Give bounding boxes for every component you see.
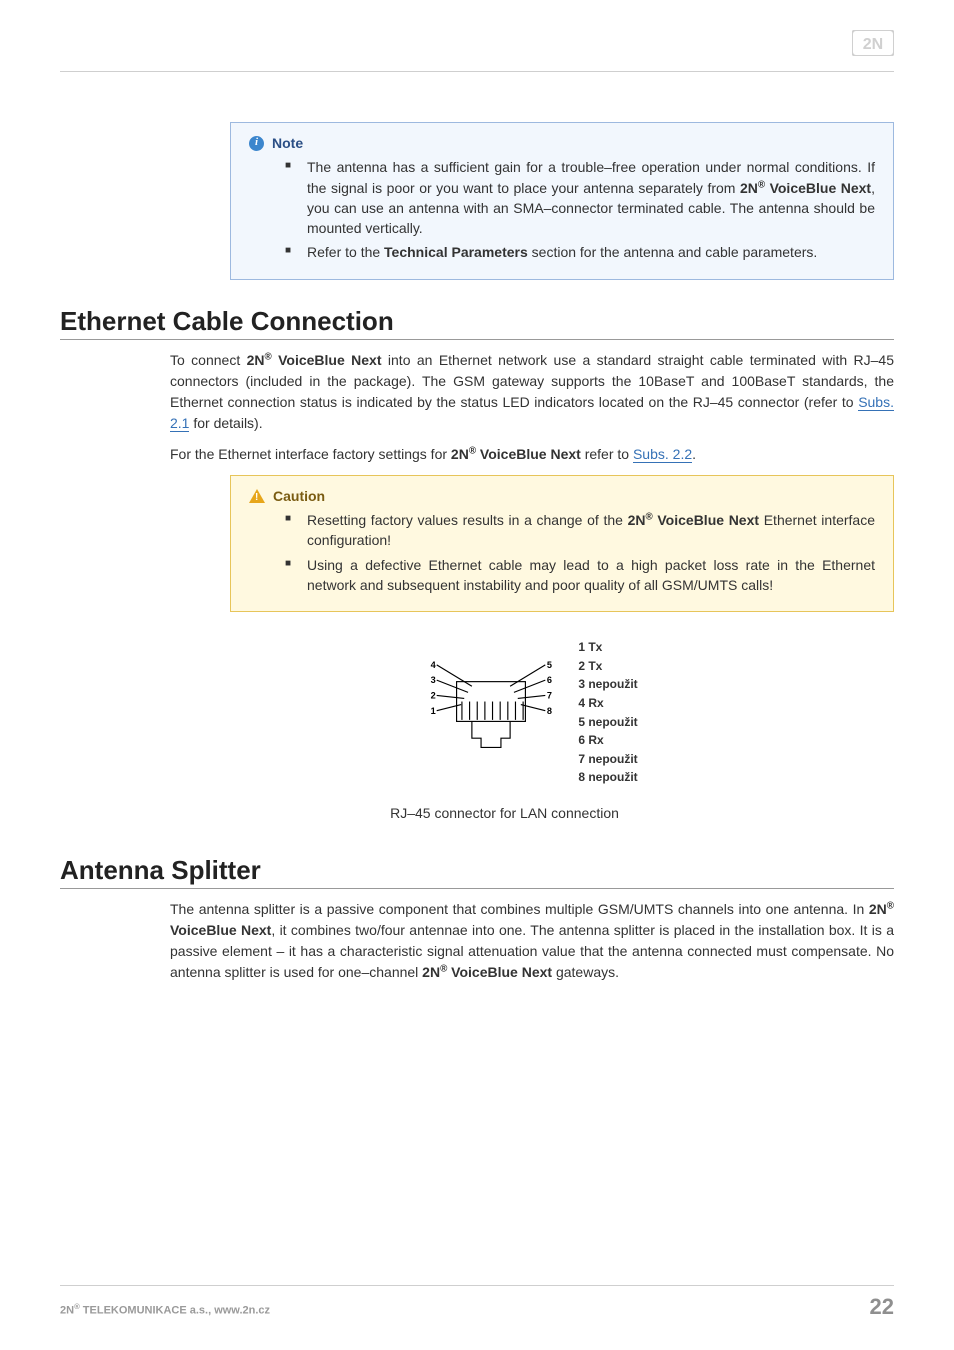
note-item-2: Refer to the Technical Parameters sectio…: [307, 242, 875, 262]
note-callout: i Note The antenna has a sufficient gain…: [230, 122, 894, 280]
ethernet-para-2: For the Ethernet interface factory setti…: [170, 444, 894, 465]
legend-row: 3 nepoužit: [578, 675, 637, 694]
rj45-pin-legend: 1 Tx2 Tx3 nepoužit4 Rx5 nepoužit6 Rx7 ne…: [578, 638, 637, 787]
svg-text:7: 7: [547, 690, 552, 700]
subs-2-2-link[interactable]: Subs. 2.2: [633, 446, 692, 463]
legend-row: 4 Rx: [578, 694, 637, 713]
caution-item-2: Using a defective Ethernet cable may lea…: [307, 555, 875, 596]
rj45-svg: 4 3 2 1: [426, 648, 556, 778]
svg-text:2: 2: [431, 690, 436, 700]
footer-company: 2N® TELEKOMUNIKACE a.s., www.2n.cz: [60, 1302, 270, 1317]
svg-text:8: 8: [547, 705, 552, 715]
legend-row: 6 Rx: [578, 731, 637, 750]
page-content: i Note The antenna has a sufficient gain…: [60, 122, 894, 1285]
svg-text:3: 3: [431, 675, 436, 685]
page-number: 22: [870, 1294, 894, 1320]
svg-text:5: 5: [547, 660, 552, 670]
rj45-connector-drawing: 4 3 2 1: [426, 648, 556, 778]
antenna-splitter-para: The antenna splitter is a passive compon…: [170, 899, 894, 983]
antenna-splitter-heading: Antenna Splitter: [60, 855, 894, 889]
caution-title: Caution: [273, 486, 325, 506]
legend-row: 8 nepoužit: [578, 768, 637, 787]
brand-logo-icon: 2N: [852, 30, 894, 61]
ethernet-para-1: To connect 2N® VoiceBlue Next into an Et…: [170, 350, 894, 434]
caution-item-1: Resetting factory values results in a ch…: [307, 510, 875, 551]
legend-row: 1 Tx: [578, 638, 637, 657]
ethernet-heading: Ethernet Cable Connection: [60, 306, 894, 340]
svg-text:1: 1: [431, 705, 436, 715]
warning-icon: [249, 489, 265, 503]
legend-row: 2 Tx: [578, 657, 637, 676]
info-icon: i: [249, 136, 264, 151]
legend-row: 5 nepoužit: [578, 713, 637, 732]
note-item-1: The antenna has a sufficient gain for a …: [307, 157, 875, 238]
svg-text:6: 6: [547, 675, 552, 685]
svg-text:4: 4: [431, 660, 437, 670]
rj45-diagram: 4 3 2 1: [170, 638, 894, 787]
rj45-caption: RJ–45 connector for LAN connection: [115, 805, 894, 821]
caution-title-row: Caution: [249, 486, 875, 506]
brand-logo-text: 2N: [863, 36, 883, 53]
note-title-row: i Note: [249, 133, 875, 153]
page-header: 2N: [60, 30, 894, 72]
page-footer: 2N® TELEKOMUNIKACE a.s., www.2n.cz 22: [60, 1285, 894, 1320]
caution-callout: Caution Resetting factory values results…: [230, 475, 894, 612]
legend-row: 7 nepoužit: [578, 750, 637, 769]
note-title: Note: [272, 133, 303, 153]
